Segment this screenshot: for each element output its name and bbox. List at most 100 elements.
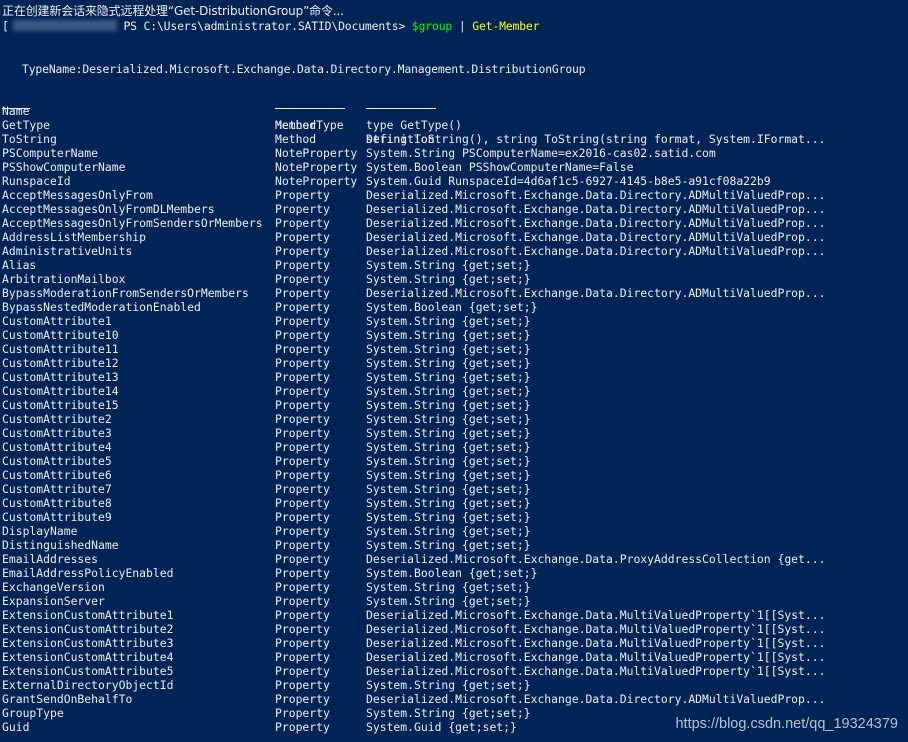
member-name: CustomAttribute1 (2, 314, 112, 328)
member-definition: Deserialized.Microsoft.Exchange.Data.Dir… (366, 286, 826, 300)
prompt-bracket: [ (2, 19, 9, 33)
member-definition: System.String {get;set;} (366, 510, 531, 524)
member-type: Property (275, 468, 330, 482)
member-type: Property (275, 608, 330, 622)
member-definition: System.Boolean {get;set;} (366, 566, 538, 580)
member-type: Property (275, 552, 330, 566)
member-name: CustomAttribute5 (2, 454, 112, 468)
member-definition: System.String {get;set;} (366, 258, 531, 272)
member-type: Method (275, 118, 317, 132)
member-name: DisplayName (2, 524, 78, 538)
member-name: ArbitrationMailbox (2, 272, 126, 286)
member-name: BypassNestedModerationEnabled (2, 300, 201, 314)
powershell-console[interactable]: 正在创建新会话来隐式远程处理“Get-DistributionGroup”命令.… (0, 0, 908, 742)
member-definition: System.String {get;set;} (366, 524, 531, 538)
member-definition: string ToString(), string ToString(strin… (366, 132, 826, 146)
redacted-region (12, 20, 117, 31)
prompt-path: PS C:\Users\administrator.SATID\Document… (123, 19, 406, 33)
member-type: Property (275, 272, 330, 286)
member-name: AdministrativeUnits (2, 244, 133, 258)
member-name: CustomAttribute4 (2, 440, 112, 454)
member-name: CustomAttribute10 (2, 328, 119, 342)
member-definition: System.String {get;set;} (366, 328, 531, 342)
member-name: AcceptMessagesOnlyFromDLMembers (2, 202, 215, 216)
member-type: NoteProperty (275, 146, 358, 160)
header-member-type-underline (275, 108, 345, 109)
member-name: DistinguishedName (2, 538, 119, 552)
member-name: CustomAttribute13 (2, 370, 119, 384)
member-type: Property (275, 286, 330, 300)
member-type: Property (275, 636, 330, 650)
member-type: Property (275, 370, 330, 384)
member-name: PSComputerName (2, 146, 99, 160)
member-name: GetType (2, 118, 51, 132)
member-definition: System.String {get;set;} (366, 342, 531, 356)
member-type: Property (275, 454, 330, 468)
member-name: AddressListMembership (2, 230, 147, 244)
member-name: RunspaceId (2, 174, 71, 188)
member-definition: System.String {get;set;} (366, 384, 531, 398)
prompt-line: [ PS C:\Users\administrator.SATID\Docume… (2, 19, 539, 33)
member-definition: Deserialized.Microsoft.Exchange.Data.Mul… (366, 650, 826, 664)
member-type: Property (275, 230, 330, 244)
member-type: Method (275, 132, 317, 146)
member-name: Guid (2, 720, 30, 734)
header-name: Name (2, 104, 30, 118)
member-name: CustomAttribute15 (2, 398, 119, 412)
member-name: BypassModerationFromSendersOrMembers (2, 286, 249, 300)
member-definition: Deserialized.Microsoft.Exchange.Data.Mul… (366, 622, 826, 636)
member-name: ExtensionCustomAttribute2 (2, 622, 174, 636)
prompt-variable: $group (411, 19, 453, 33)
member-definition: System.String {get;set;} (366, 482, 531, 496)
member-type: Property (275, 356, 330, 370)
member-definition: Deserialized.Microsoft.Exchange.Data.Dir… (366, 188, 826, 202)
member-name: AcceptMessagesOnlyFrom (2, 188, 153, 202)
member-type: Property (275, 258, 330, 272)
member-type: Property (275, 440, 330, 454)
member-type: Property (275, 244, 330, 258)
member-type: Property (275, 594, 330, 608)
member-name: PSShowComputerName (2, 160, 126, 174)
member-type: Property (275, 510, 330, 524)
member-definition: Deserialized.Microsoft.Exchange.Data.Mul… (366, 636, 826, 650)
member-name: Alias (2, 258, 37, 272)
member-definition: Deserialized.Microsoft.Exchange.Data.Dir… (366, 202, 826, 216)
member-definition: System.String {get;set;} (366, 314, 531, 328)
member-definition: System.String {get;set;} (366, 496, 531, 510)
member-type: Property (275, 384, 330, 398)
member-definition: System.String {get;set;} (366, 398, 531, 412)
member-name: ExchangeVersion (2, 580, 105, 594)
member-name: CustomAttribute14 (2, 384, 119, 398)
member-type: Property (275, 426, 330, 440)
member-name: CustomAttribute7 (2, 482, 112, 496)
watermark: https://blog.csdn.net/qq_19324379 (675, 716, 898, 732)
member-name: CustomAttribute11 (2, 342, 119, 356)
member-name: EmailAddresses (2, 552, 99, 566)
member-type: Property (275, 538, 330, 552)
member-definition: System.String PSComputerName=ex2016-cas0… (366, 146, 716, 160)
member-type: NoteProperty (275, 160, 358, 174)
header-row: Name MemberType Definition (2, 90, 435, 146)
member-type: NoteProperty (275, 174, 358, 188)
member-definition: Deserialized.Microsoft.Exchange.Data.Pro… (366, 552, 826, 566)
member-definition: System.String {get;set;} (366, 454, 531, 468)
member-type: Property (275, 650, 330, 664)
member-definition: Deserialized.Microsoft.Exchange.Data.Dir… (366, 216, 826, 230)
type-name-line: TypeName:Deserialized.Microsoft.Exchange… (22, 62, 586, 76)
member-type: Property (275, 692, 330, 706)
member-name: ExtensionCustomAttribute1 (2, 608, 174, 622)
member-type: Property (275, 678, 330, 692)
member-definition: System.String {get;set;} (366, 370, 531, 384)
member-name: AcceptMessagesOnlyFromSendersOrMembers (2, 216, 263, 230)
member-name: GroupType (2, 706, 64, 720)
member-type: Property (275, 720, 330, 734)
member-definition: System.Boolean {get;set;} (366, 300, 538, 314)
member-type: Property (275, 412, 330, 426)
member-type: Property (275, 202, 330, 216)
member-type: Property (275, 706, 330, 720)
member-definition: System.Boolean PSShowComputerName=False (366, 160, 634, 174)
member-type: Property (275, 664, 330, 678)
member-name: CustomAttribute12 (2, 356, 119, 370)
member-type: Property (275, 524, 330, 538)
member-type: Property (275, 566, 330, 580)
